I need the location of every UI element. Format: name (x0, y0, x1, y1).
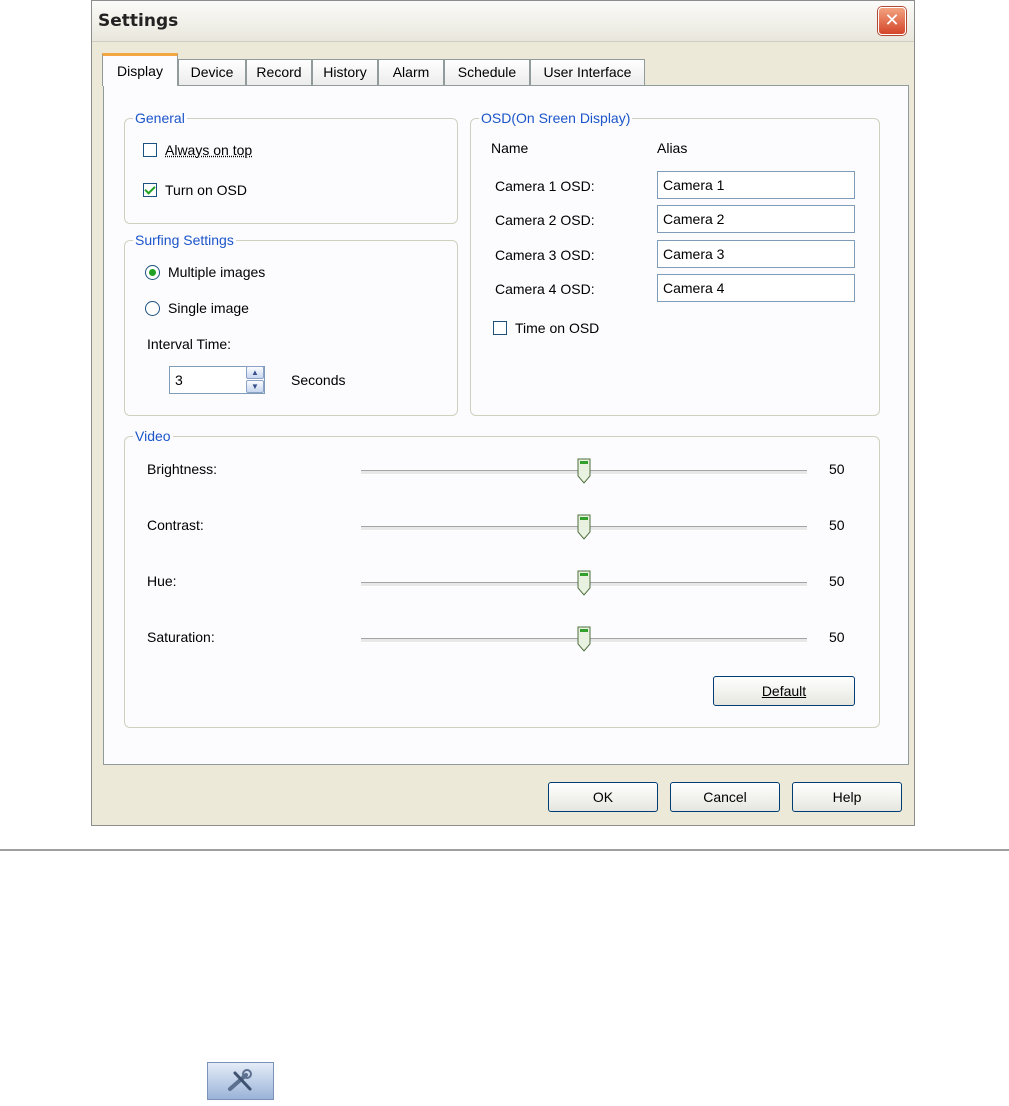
saturation-slider-thumb[interactable] (577, 626, 591, 652)
always-on-top-label: Always on top (165, 142, 253, 158)
surfing-settings-group: Surfing Settings Multiple images Single … (124, 232, 458, 416)
brightness-row: Brightness: 50 (125, 450, 925, 490)
general-group: General Always on top Turn on OSD (124, 110, 458, 224)
default-button-label: Default (761, 683, 807, 699)
turn-on-osd-checkbox[interactable]: Turn on OSD (143, 182, 247, 198)
hue-slider-thumb[interactable] (577, 570, 591, 596)
tab-user-interface[interactable]: User Interface (530, 59, 645, 85)
camera-4-osd-label: Camera 4 OSD: (495, 281, 595, 297)
interval-time-label: Interval Time: (147, 336, 232, 352)
default-button[interactable]: Default (713, 676, 855, 706)
camera-3-alias-input[interactable] (657, 240, 855, 268)
tab-display[interactable]: Display (102, 53, 178, 86)
single-image-radio[interactable]: Single image (145, 300, 249, 316)
camera-1-alias-input[interactable] (657, 171, 855, 199)
tab-schedule[interactable]: Schedule (444, 59, 530, 85)
always-on-top-checkbox[interactable]: Always on top (143, 142, 252, 158)
saturation-label: Saturation: (147, 629, 215, 645)
camera-4-alias-input[interactable] (657, 274, 855, 302)
tab-device[interactable]: Device (178, 59, 246, 85)
surfing-settings-legend: Surfing Settings (135, 232, 234, 248)
general-legend: General (135, 110, 185, 126)
time-on-osd-label: Time on OSD (515, 320, 600, 336)
tab-alarm[interactable]: Alarm (378, 59, 444, 85)
tab-record[interactable]: Record (246, 59, 312, 85)
wrench-screwdriver-icon (228, 1069, 252, 1091)
horizontal-rule (0, 849, 1009, 851)
interval-spinner[interactable]: ▲ ▼ (245, 366, 265, 394)
camera-3-osd-label: Camera 3 OSD: (495, 247, 595, 263)
single-image-radio-dot[interactable] (145, 300, 160, 316)
spin-down-icon[interactable]: ▼ (246, 380, 264, 393)
contrast-value: 50 (829, 517, 845, 533)
brightness-slider-thumb[interactable] (577, 458, 591, 484)
brightness-label: Brightness: (147, 461, 218, 477)
saturation-value: 50 (829, 629, 845, 645)
contrast-row: Contrast: 50 (125, 506, 925, 546)
osd-alias-header: Alias (657, 140, 688, 156)
close-icon[interactable]: ✕ (878, 7, 906, 35)
time-on-osd-checkbox[interactable]: Time on OSD (493, 320, 599, 336)
cancel-button[interactable]: Cancel (670, 782, 780, 812)
tab-history[interactable]: History (312, 59, 378, 85)
brightness-value: 50 (829, 461, 845, 477)
osd-legend: OSD(On Sreen Display) (481, 110, 631, 126)
time-on-osd-check-box[interactable] (493, 321, 507, 335)
display-tab-panel: General Always on top Turn on OSD Surfin… (103, 85, 909, 765)
camera-1-osd-label: Camera 1 OSD: (495, 178, 595, 194)
turn-on-osd-check-box[interactable] (143, 183, 157, 197)
camera-2-alias-input[interactable] (657, 205, 855, 233)
contrast-label: Contrast: (147, 517, 204, 533)
hue-value: 50 (829, 573, 845, 589)
osd-group: OSD(On Sreen Display) Name Alias Camera … (470, 110, 880, 416)
video-legend: Video (135, 428, 171, 444)
camera-2-osd-label: Camera 2 OSD: (495, 212, 595, 228)
spin-up-icon[interactable]: ▲ (246, 366, 264, 379)
contrast-slider-thumb[interactable] (577, 514, 591, 540)
tools-icon[interactable] (207, 1062, 274, 1100)
osd-name-header: Name (491, 140, 529, 156)
video-group: Video Brightness: 50 Contrast: 50 Hue: 5… (124, 428, 880, 728)
multiple-images-radio-dot[interactable] (145, 264, 160, 280)
settings-dialog: Settings ✕ Display Device Record History… (91, 0, 915, 826)
ok-button[interactable]: OK (548, 782, 658, 812)
hue-row: Hue: 50 (125, 562, 925, 602)
multiple-images-radio[interactable]: Multiple images (145, 264, 265, 280)
help-button[interactable]: Help (792, 782, 902, 812)
saturation-row: Saturation: 50 (125, 618, 925, 658)
title-bar[interactable]: Settings ✕ (92, 1, 914, 42)
always-on-top-check-box[interactable] (143, 143, 157, 157)
hue-label: Hue: (147, 573, 177, 589)
interval-unit-label: Seconds (291, 372, 346, 388)
multiple-images-label: Multiple images (168, 264, 266, 280)
window-title: Settings (98, 11, 179, 31)
turn-on-osd-label: Turn on OSD (165, 182, 247, 198)
single-image-label: Single image (168, 300, 249, 316)
